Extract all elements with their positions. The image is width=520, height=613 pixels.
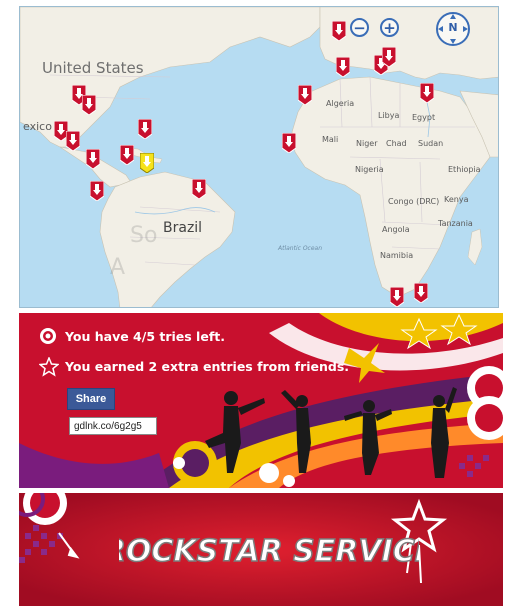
rockstar-service-logo: ROCKSTAR SERVICE [119,533,419,570]
rockstar-service-banner: ROCKSTAR SERVICE [19,493,503,606]
map-pin[interactable] [382,47,396,67]
map-pin[interactable] [66,131,80,151]
label-tanzania: Tanzania [438,219,473,228]
label-mali: Mali [322,135,339,144]
label-south-america-fragment: So [130,223,158,248]
map-pin[interactable] [420,83,434,103]
compass-control[interactable]: N [435,11,471,47]
map-pin[interactable] [390,287,404,307]
label-angola: Angola [382,225,410,234]
zoom-out-button[interactable]: − [350,18,369,37]
map-pin[interactable] [336,57,350,77]
extra-entries-text: You earned 2 extra entries from friends. [65,359,350,374]
map-pin[interactable] [332,21,346,41]
label-sudan: Sudan [418,139,444,148]
target-icon [40,328,56,344]
map-pin[interactable] [192,179,206,199]
map-pin[interactable] [120,145,134,165]
tries-banner: You have 4/5 tries left. You earned 2 ex… [19,313,503,488]
map-pin[interactable] [138,119,152,139]
label-ethiopia: Ethiopia [448,165,481,174]
shooting-star-icon [39,357,59,377]
map-pin[interactable] [282,133,296,153]
share-button[interactable]: Share [67,388,115,410]
label-atlantic-ocean: Atlantic Ocean [278,245,323,252]
map-pin[interactable] [298,85,312,105]
label-brazil: Brazil [163,220,203,236]
label-mexico: exico [23,120,52,133]
label-niger: Niger [356,139,378,148]
share-link-field[interactable]: gdlnk.co/6g2g5 [69,417,157,435]
label-namibia: Namibia [380,251,414,260]
map-pin[interactable] [414,283,428,303]
label-chad: Chad [386,139,407,148]
map-pin[interactable] [86,149,100,169]
world-map[interactable]: United States exico Brazil So A Algeria … [19,6,499,308]
rockstar-logo-text: ROCKSTAR SERVICE [119,534,419,569]
label-libya: Libya [378,111,400,120]
map-pin[interactable] [90,181,104,201]
label-egypt: Egypt [412,113,436,122]
map-pin-selected[interactable] [140,153,154,173]
label-kenya: Kenya [444,195,469,204]
tries-left-text: You have 4/5 tries left. [65,329,225,344]
zoom-in-button[interactable]: + [380,18,399,37]
label-united-states: United States [42,59,144,77]
map-pin[interactable] [82,95,96,115]
label-south-america-fragment-2: A [110,255,126,280]
label-congo: Congo (DRC) [388,197,440,206]
label-algeria: Algeria [326,99,355,108]
label-nigeria: Nigeria [355,165,384,174]
compass-north-label: N [448,21,458,34]
